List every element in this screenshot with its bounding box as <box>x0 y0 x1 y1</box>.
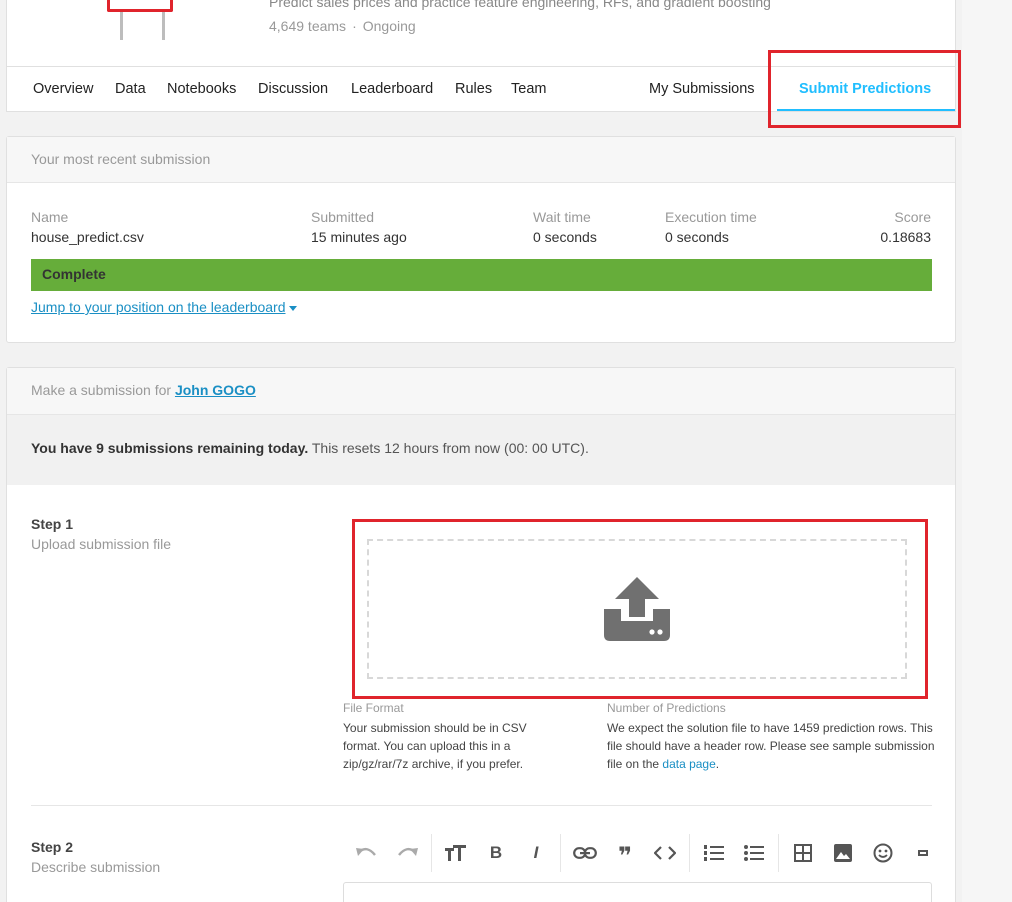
meta-separator: · <box>352 18 357 34</box>
execution-time-value: 0 seconds <box>665 229 729 245</box>
make-submission-card: Make a submission for John GOGO You have… <box>6 367 956 902</box>
competition-description: Predict sales prices and practice featur… <box>269 0 771 10</box>
competition-header: Predict sales prices and practice featur… <box>6 0 956 66</box>
competition-status: Ongoing <box>362 18 416 34</box>
num-predictions-info: We expect the solution file to have 1459… <box>607 719 937 773</box>
jump-to-leaderboard-link[interactable]: Jump to your position on the leaderboard <box>31 299 297 315</box>
step1-title: Step 1 <box>31 516 74 532</box>
tab-my-submissions[interactable]: My Submissions <box>649 67 755 111</box>
page-gutter <box>962 0 1012 902</box>
make-submission-header: Make a submission for John GOGO <box>7 368 955 415</box>
recent-submission-card: Your most recent submission Name house_p… <box>6 136 956 343</box>
redo-icon <box>398 847 418 856</box>
remaining-reset-text: This resets 12 hours from now (00: 00 UT… <box>308 440 589 456</box>
tab-data[interactable]: Data <box>115 67 146 111</box>
image-button[interactable] <box>830 840 856 866</box>
recent-submission-header: Your most recent submission <box>7 137 955 183</box>
competition-nav: Overview Data Notebooks Discussion Leade… <box>6 66 956 112</box>
wait-time-value: 0 seconds <box>533 229 597 245</box>
team-count: 4,649 teams <box>269 18 347 34</box>
name-label: Name <box>31 209 69 225</box>
file-format-title: File Format <box>343 701 404 715</box>
bullet-list-button[interactable] <box>741 840 767 866</box>
description-editor[interactable] <box>343 882 932 902</box>
tab-leaderboard[interactable]: Leaderboard <box>351 67 433 111</box>
toolbar-separator <box>560 834 561 872</box>
wait-time-column: Wait time 0 seconds <box>533 209 597 245</box>
undo-icon <box>356 847 376 856</box>
score-label: Score <box>894 209 931 225</box>
data-page-link[interactable]: data page <box>662 757 715 771</box>
logo-post-left <box>120 12 123 40</box>
upload-icon <box>604 577 670 641</box>
markdown-button[interactable] <box>910 840 936 866</box>
score-value: 0.18683 <box>880 229 931 245</box>
toolbar-separator <box>689 834 690 872</box>
image-icon <box>834 844 852 862</box>
score-column: Score 0.18683 <box>880 209 931 245</box>
competition-meta: 4,649 teams · Ongoing <box>269 18 416 34</box>
remaining-count-text: You have 9 submissions remaining today. <box>31 440 309 456</box>
tab-submit-predictions[interactable]: Submit Predictions <box>799 67 931 111</box>
submissions-remaining-banner: You have 9 submissions remaining today. … <box>7 415 955 485</box>
caret-down-icon <box>288 305 297 311</box>
step1-subtitle: Upload submission file <box>31 536 172 552</box>
italic-icon: I <box>533 843 539 862</box>
submitted-column: Submitted 15 minutes ago <box>311 209 407 245</box>
text-size-icon <box>445 845 466 861</box>
bullet-list-icon <box>744 845 764 861</box>
ordered-list-button[interactable] <box>701 840 727 866</box>
redo-button[interactable] <box>394 840 420 866</box>
emoji-icon <box>873 843 893 863</box>
sentence-period: . <box>715 757 720 771</box>
step2-title: Step 2 <box>31 839 74 855</box>
jump-link-text: Jump to your position on the leaderboard <box>31 299 286 315</box>
bold-button[interactable]: B <box>483 840 509 866</box>
tab-rules[interactable]: Rules <box>455 67 492 111</box>
undo-button[interactable] <box>354 840 380 866</box>
italic-button[interactable]: I <box>523 840 549 866</box>
ordered-list-icon <box>704 845 724 861</box>
execution-time-label: Execution time <box>665 209 757 225</box>
file-upload-dropzone[interactable] <box>367 539 907 679</box>
wait-time-label: Wait time <box>533 209 591 225</box>
tab-overview[interactable]: Overview <box>33 67 93 111</box>
file-format-text: Your submission should be in CSV format.… <box>343 721 527 771</box>
quote-button[interactable]: ❞ <box>612 840 638 870</box>
name-value: house_predict.csv <box>31 229 144 245</box>
submitted-value: 15 minutes ago <box>311 229 407 245</box>
quote-icon: ❞ <box>617 843 633 870</box>
toolbar-separator <box>778 834 779 872</box>
link-button[interactable] <box>572 840 598 866</box>
tab-discussion[interactable]: Discussion <box>258 67 328 111</box>
markdown-icon <box>918 850 928 856</box>
step2-subtitle: Describe submission <box>31 859 161 875</box>
tab-team[interactable]: Team <box>511 67 546 111</box>
num-predictions-text: We expect the solution file to have 1459… <box>607 721 935 771</box>
table-button[interactable] <box>790 840 816 866</box>
num-predictions-title: Number of Predictions <box>607 701 726 715</box>
status-complete-bar: Complete <box>31 259 932 291</box>
submitted-label: Submitted <box>311 209 375 225</box>
code-icon <box>654 846 676 860</box>
tab-notebooks[interactable]: Notebooks <box>167 67 236 111</box>
user-link[interactable]: John GOGO <box>175 382 256 398</box>
heading-button[interactable] <box>443 840 469 866</box>
competition-logo <box>107 0 173 12</box>
active-tab-indicator <box>777 109 955 111</box>
execution-time-column: Execution time 0 seconds <box>665 209 757 245</box>
step-divider <box>31 805 932 806</box>
table-icon <box>794 844 812 862</box>
toolbar-separator <box>431 834 432 872</box>
bold-icon: B <box>489 843 503 862</box>
link-icon <box>573 847 597 859</box>
emoji-button[interactable] <box>870 840 896 866</box>
make-submission-prefix: Make a submission for <box>31 382 172 398</box>
submission-name-column: Name house_predict.csv <box>31 209 144 245</box>
logo-post-right <box>162 12 165 40</box>
code-button[interactable] <box>652 840 678 866</box>
